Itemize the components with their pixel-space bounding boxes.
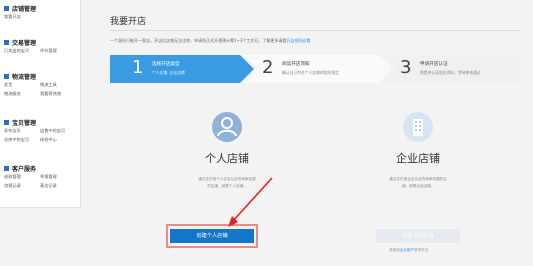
sidebar-link[interactable]: 仓库中的宝贝 <box>4 137 40 143</box>
main-content: 我要开店 一个身份只能开一家店，开店后店铺无法注销，申请到正式开通预计需1~3个… <box>90 0 533 266</box>
section-icon <box>4 119 9 125</box>
personal-desc-line-2: 的店铺，就是个人店铺。 <box>207 184 247 188</box>
personal-desc-line-1: 通过支付宝个人实名认证的商家创建 <box>198 177 256 181</box>
enterprise-desc-line-1: 通过支付宝企业认证的商家创建的店 <box>389 177 447 181</box>
sidebar-links: 已卖出的宝贝 评价管理 <box>4 48 78 54</box>
enterprise-store-card: 企业店铺 通过支付宝企业认证的商家创建的店 铺，就是企业店铺。 <box>343 112 493 190</box>
section-title-label: 交易管理 <box>12 39 37 47</box>
person-icon <box>212 112 242 142</box>
enterprise-login-note: 请使用企业账户登录开店 <box>389 248 429 253</box>
create-enterprise-store-button[interactable]: 创建企业店铺 <box>376 229 460 243</box>
section-title-label: 客户服务 <box>12 165 37 173</box>
sidebar-section: 物流管理 发货 物流工具 物流服务 我要寄快递 <box>4 72 78 97</box>
step-2-number: 2 <box>262 57 274 78</box>
step-3-sub: 需提供认证相关资料，等待审核通过 <box>420 70 481 75</box>
page-title: 我要开店 <box>110 17 147 27</box>
step-2-title: 阅读开店须知 <box>282 62 310 67</box>
personal-store-card: 个人店铺 通过支付宝个人实名认证的商家创建 的店铺，就是个人店铺。 <box>152 112 302 190</box>
personal-store-title: 个人店铺 <box>205 152 249 165</box>
step-3-number: 3 <box>400 57 412 78</box>
section-title-label: 店铺管理 <box>12 5 37 13</box>
section-icon <box>4 5 9 11</box>
sidebar-links: 退款管理 举报管理 违规记录 基金记录 <box>4 174 78 189</box>
sidebar-link[interactable]: 我要寄快递 <box>40 91 78 97</box>
step-3-title: 申请开店认证 <box>420 62 448 67</box>
sidebar: 店铺管理 我要开店 交易管理 已卖出的宝贝 评价管理 物流管理 发货 物流工具 物流服务 我要寄快… <box>0 0 81 208</box>
note-prefix: 请使用 <box>389 248 400 252</box>
sidebar-section-title[interactable]: 店铺管理 <box>4 4 78 13</box>
steps-background <box>110 55 520 83</box>
sidebar-links: 我要开店 <box>4 14 78 20</box>
sidebar-section: 客户服务 退款管理 举报管理 违规记录 基金记录 <box>4 164 78 189</box>
sidebar-link[interactable]: 出售中的宝贝 <box>40 128 78 134</box>
sidebar-link[interactable]: 物流工具 <box>40 82 78 88</box>
sidebar-link[interactable]: 基金记录 <box>40 183 78 189</box>
section-icon <box>4 165 9 171</box>
create-personal-store-button[interactable]: 创建个人店铺 <box>170 229 254 243</box>
sidebar-link[interactable]: 违规记录 <box>4 183 40 189</box>
rules-link[interactable]: 开店规则必看 <box>286 38 310 43</box>
sidebar-links: 发布宝贝 出售中的宝贝 仓库中的宝贝 体检中心 <box>4 128 78 143</box>
sidebar-link[interactable]: 体检中心 <box>40 137 78 143</box>
step-1-number: 1 <box>132 57 144 78</box>
notice: 一个身份只能开一家店，开店后店铺无法注销，申请到正式开通预计需1~3个工作日。了… <box>110 38 310 44</box>
building-icon <box>403 112 433 142</box>
sidebar-link[interactable]: 已卖出的宝贝 <box>4 48 40 54</box>
section-icon <box>4 39 9 45</box>
note-suffix: 登录开店 <box>414 248 429 252</box>
sidebar-section: 宝贝管理 发布宝贝 出售中的宝贝 仓库中的宝贝 体检中心 <box>4 118 78 143</box>
section-title-label: 物流管理 <box>12 73 37 81</box>
sidebar-link[interactable]: 举报管理 <box>40 174 78 180</box>
sidebar-link[interactable]: 物流服务 <box>4 91 40 97</box>
sidebar-section: 交易管理 已卖出的宝贝 评价管理 <box>4 38 78 54</box>
step-1-sub: 个人店铺, 企业店铺 <box>152 70 185 75</box>
sidebar-link[interactable]: 发货 <box>4 82 40 88</box>
section-title-label: 宝贝管理 <box>12 119 37 127</box>
enterprise-desc-line-2: 铺，就是企业店铺。 <box>401 184 435 188</box>
sidebar-section-title[interactable]: 物流管理 <box>4 72 78 81</box>
step-2-sub: 确认自己符合个人店铺的相关规定 <box>282 70 339 75</box>
step-1-title: 选择开店类型 <box>152 62 180 67</box>
section-icon <box>4 73 9 79</box>
sidebar-section: 店铺管理 我要开店 <box>4 4 78 20</box>
sidebar-links: 发货 物流工具 物流服务 我要寄快递 <box>4 82 78 97</box>
enterprise-account-link[interactable]: 企业账户 <box>400 248 414 252</box>
personal-store-desc: 通过支付宝个人实名认证的商家创建 的店铺，就是个人店铺。 <box>152 176 302 190</box>
divider <box>110 30 520 31</box>
sidebar-section-title[interactable]: 客户服务 <box>4 164 78 173</box>
sidebar-section-title[interactable]: 宝贝管理 <box>4 118 78 127</box>
step-progress: 1 选择开店类型 个人店铺, 企业店铺 2 阅读开店须知 确认自己符合个人店铺的… <box>110 55 520 83</box>
sidebar-link[interactable]: 发布宝贝 <box>4 128 40 134</box>
sidebar-section-title[interactable]: 交易管理 <box>4 38 78 47</box>
sidebar-link[interactable]: 退款管理 <box>4 174 40 180</box>
enterprise-store-desc: 通过支付宝企业认证的商家创建的店 铺，就是企业店铺。 <box>343 176 493 190</box>
notice-text: 一个身份只能开一家店，开店后店铺无法注销，申请到正式开通预计需1~3个工作日。了… <box>110 38 287 43</box>
enterprise-store-title: 企业店铺 <box>396 152 440 165</box>
sidebar-link[interactable]: 我要开店 <box>4 14 40 20</box>
sidebar-link[interactable]: 评价管理 <box>40 48 78 54</box>
